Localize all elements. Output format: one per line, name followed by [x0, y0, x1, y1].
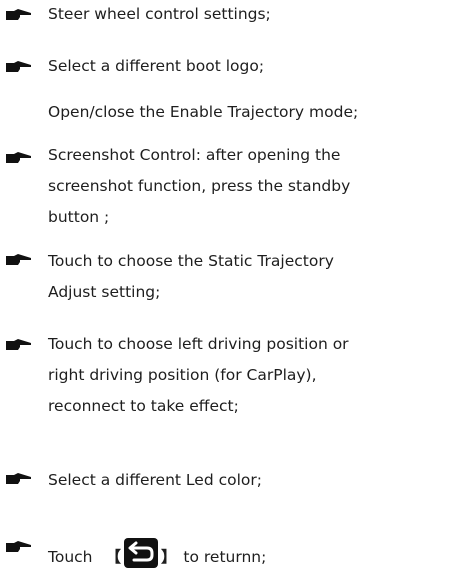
pointing-hand-icon: [6, 472, 32, 486]
pointing-hand-icon: [6, 8, 32, 22]
item-text-line: Touch 【 】 to returnn;: [48, 538, 266, 568]
pointing-hand-icon: [6, 540, 32, 554]
pointing-hand-icon: [6, 338, 32, 352]
pointing-hand-icon: [6, 253, 32, 267]
bracket-open: 【: [105, 548, 121, 566]
item-text-line: Steer wheel control settings;: [48, 5, 271, 23]
manual-page: { "items": [ {"lines": ["Steer wheel con…: [0, 0, 451, 582]
item-text-line: Select a different Led color;: [48, 471, 262, 489]
bracket-close: 】: [160, 548, 177, 566]
item-text-line: Touch to choose left driving position or: [48, 335, 349, 353]
touch-text: Touch: [48, 548, 93, 566]
return-text: to returnn;: [183, 548, 267, 566]
item-text-line: Touch to choose the Static Trajectory: [48, 252, 334, 270]
item-text-line: right driving position (for CarPlay),: [48, 366, 317, 384]
item-text-line: Screenshot Control: after opening the: [48, 146, 341, 164]
item-text-line: Select a different boot logo;: [48, 57, 265, 75]
item-text-line: Adjust setting;: [48, 283, 161, 301]
return-arrow-icon: [123, 538, 158, 568]
item-text-line: reconnect to take effect;: [48, 397, 239, 415]
item-text-line: button ;: [48, 208, 110, 226]
item-text-line: Open/close the Enable Trajectory mode;: [48, 103, 359, 121]
pointing-hand-icon: [6, 60, 32, 74]
pointing-hand-icon: [6, 151, 32, 165]
item-text-line: screenshot function, press the standby: [48, 177, 351, 195]
